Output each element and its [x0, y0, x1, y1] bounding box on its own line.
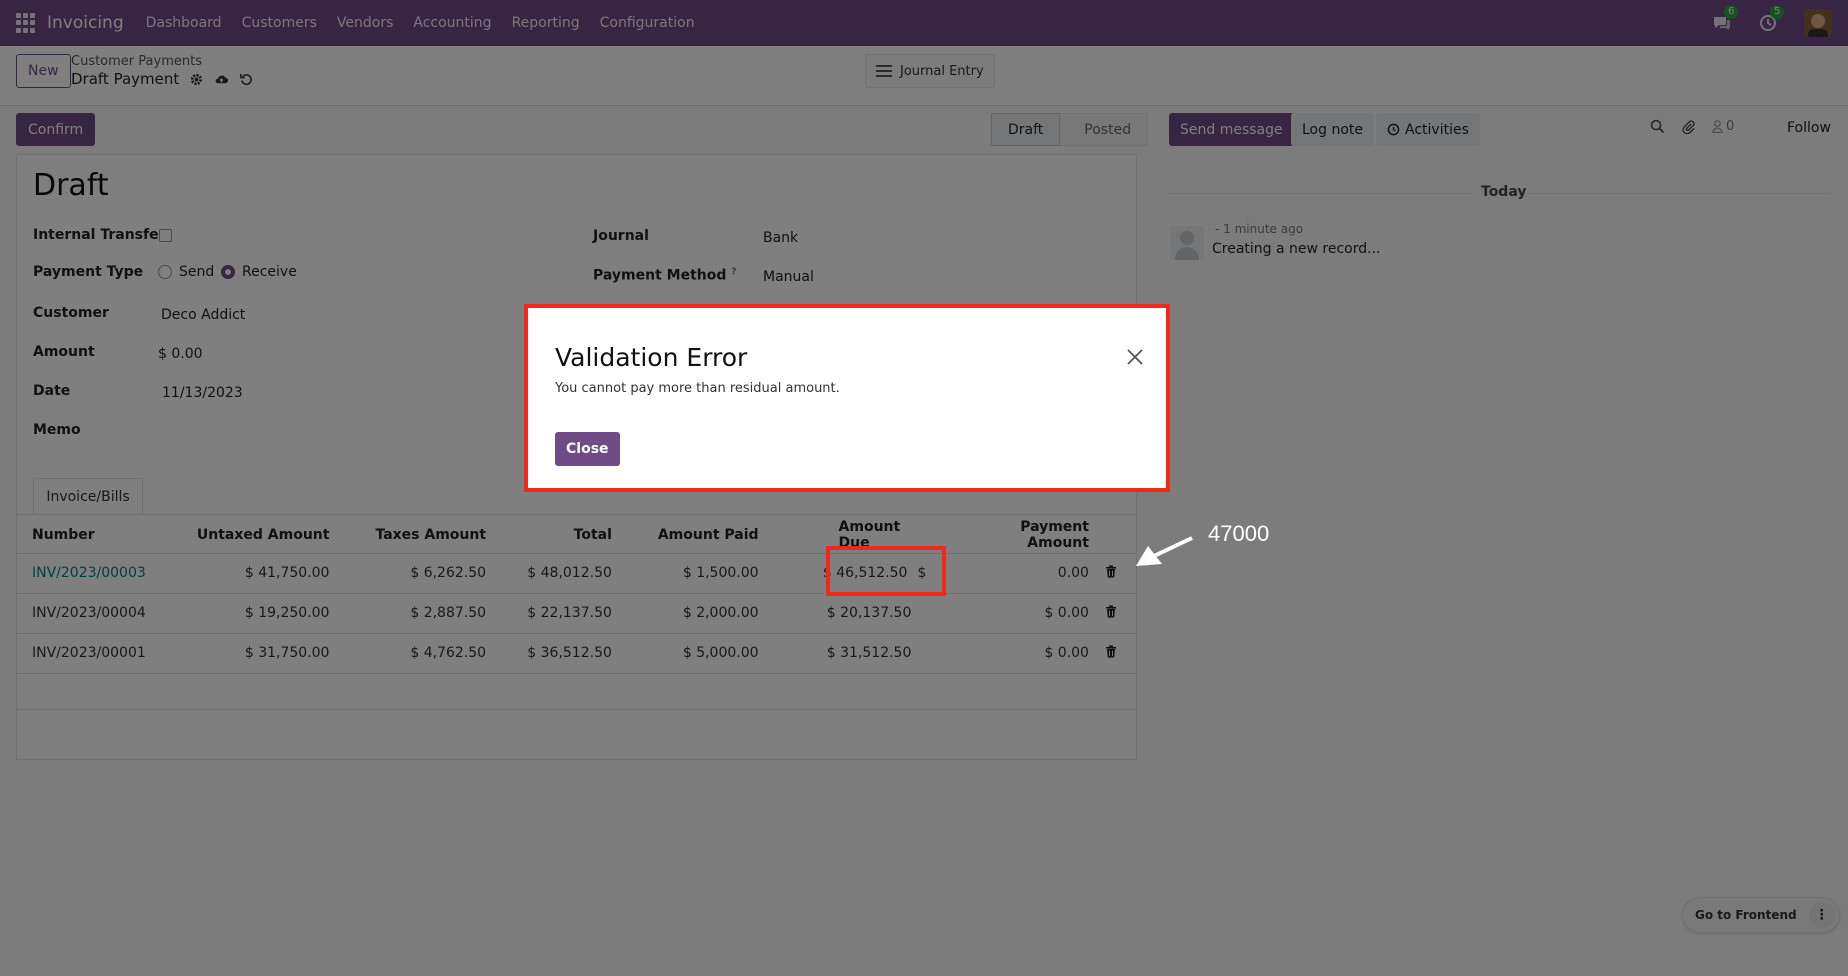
dialog-message: You cannot pay more than residual amount… [555, 381, 840, 396]
annotation-arrow-icon [1136, 536, 1193, 566]
annotation-text: 47000 [1208, 521, 1270, 546]
dialog-title: Validation Error [555, 343, 748, 372]
close-icon[interactable] [1124, 346, 1146, 368]
validation-error-dialog: Validation Error You cannot pay more tha… [524, 304, 1170, 492]
amount-due-highlight [826, 546, 946, 596]
dialog-close-button[interactable]: Close [555, 432, 620, 466]
